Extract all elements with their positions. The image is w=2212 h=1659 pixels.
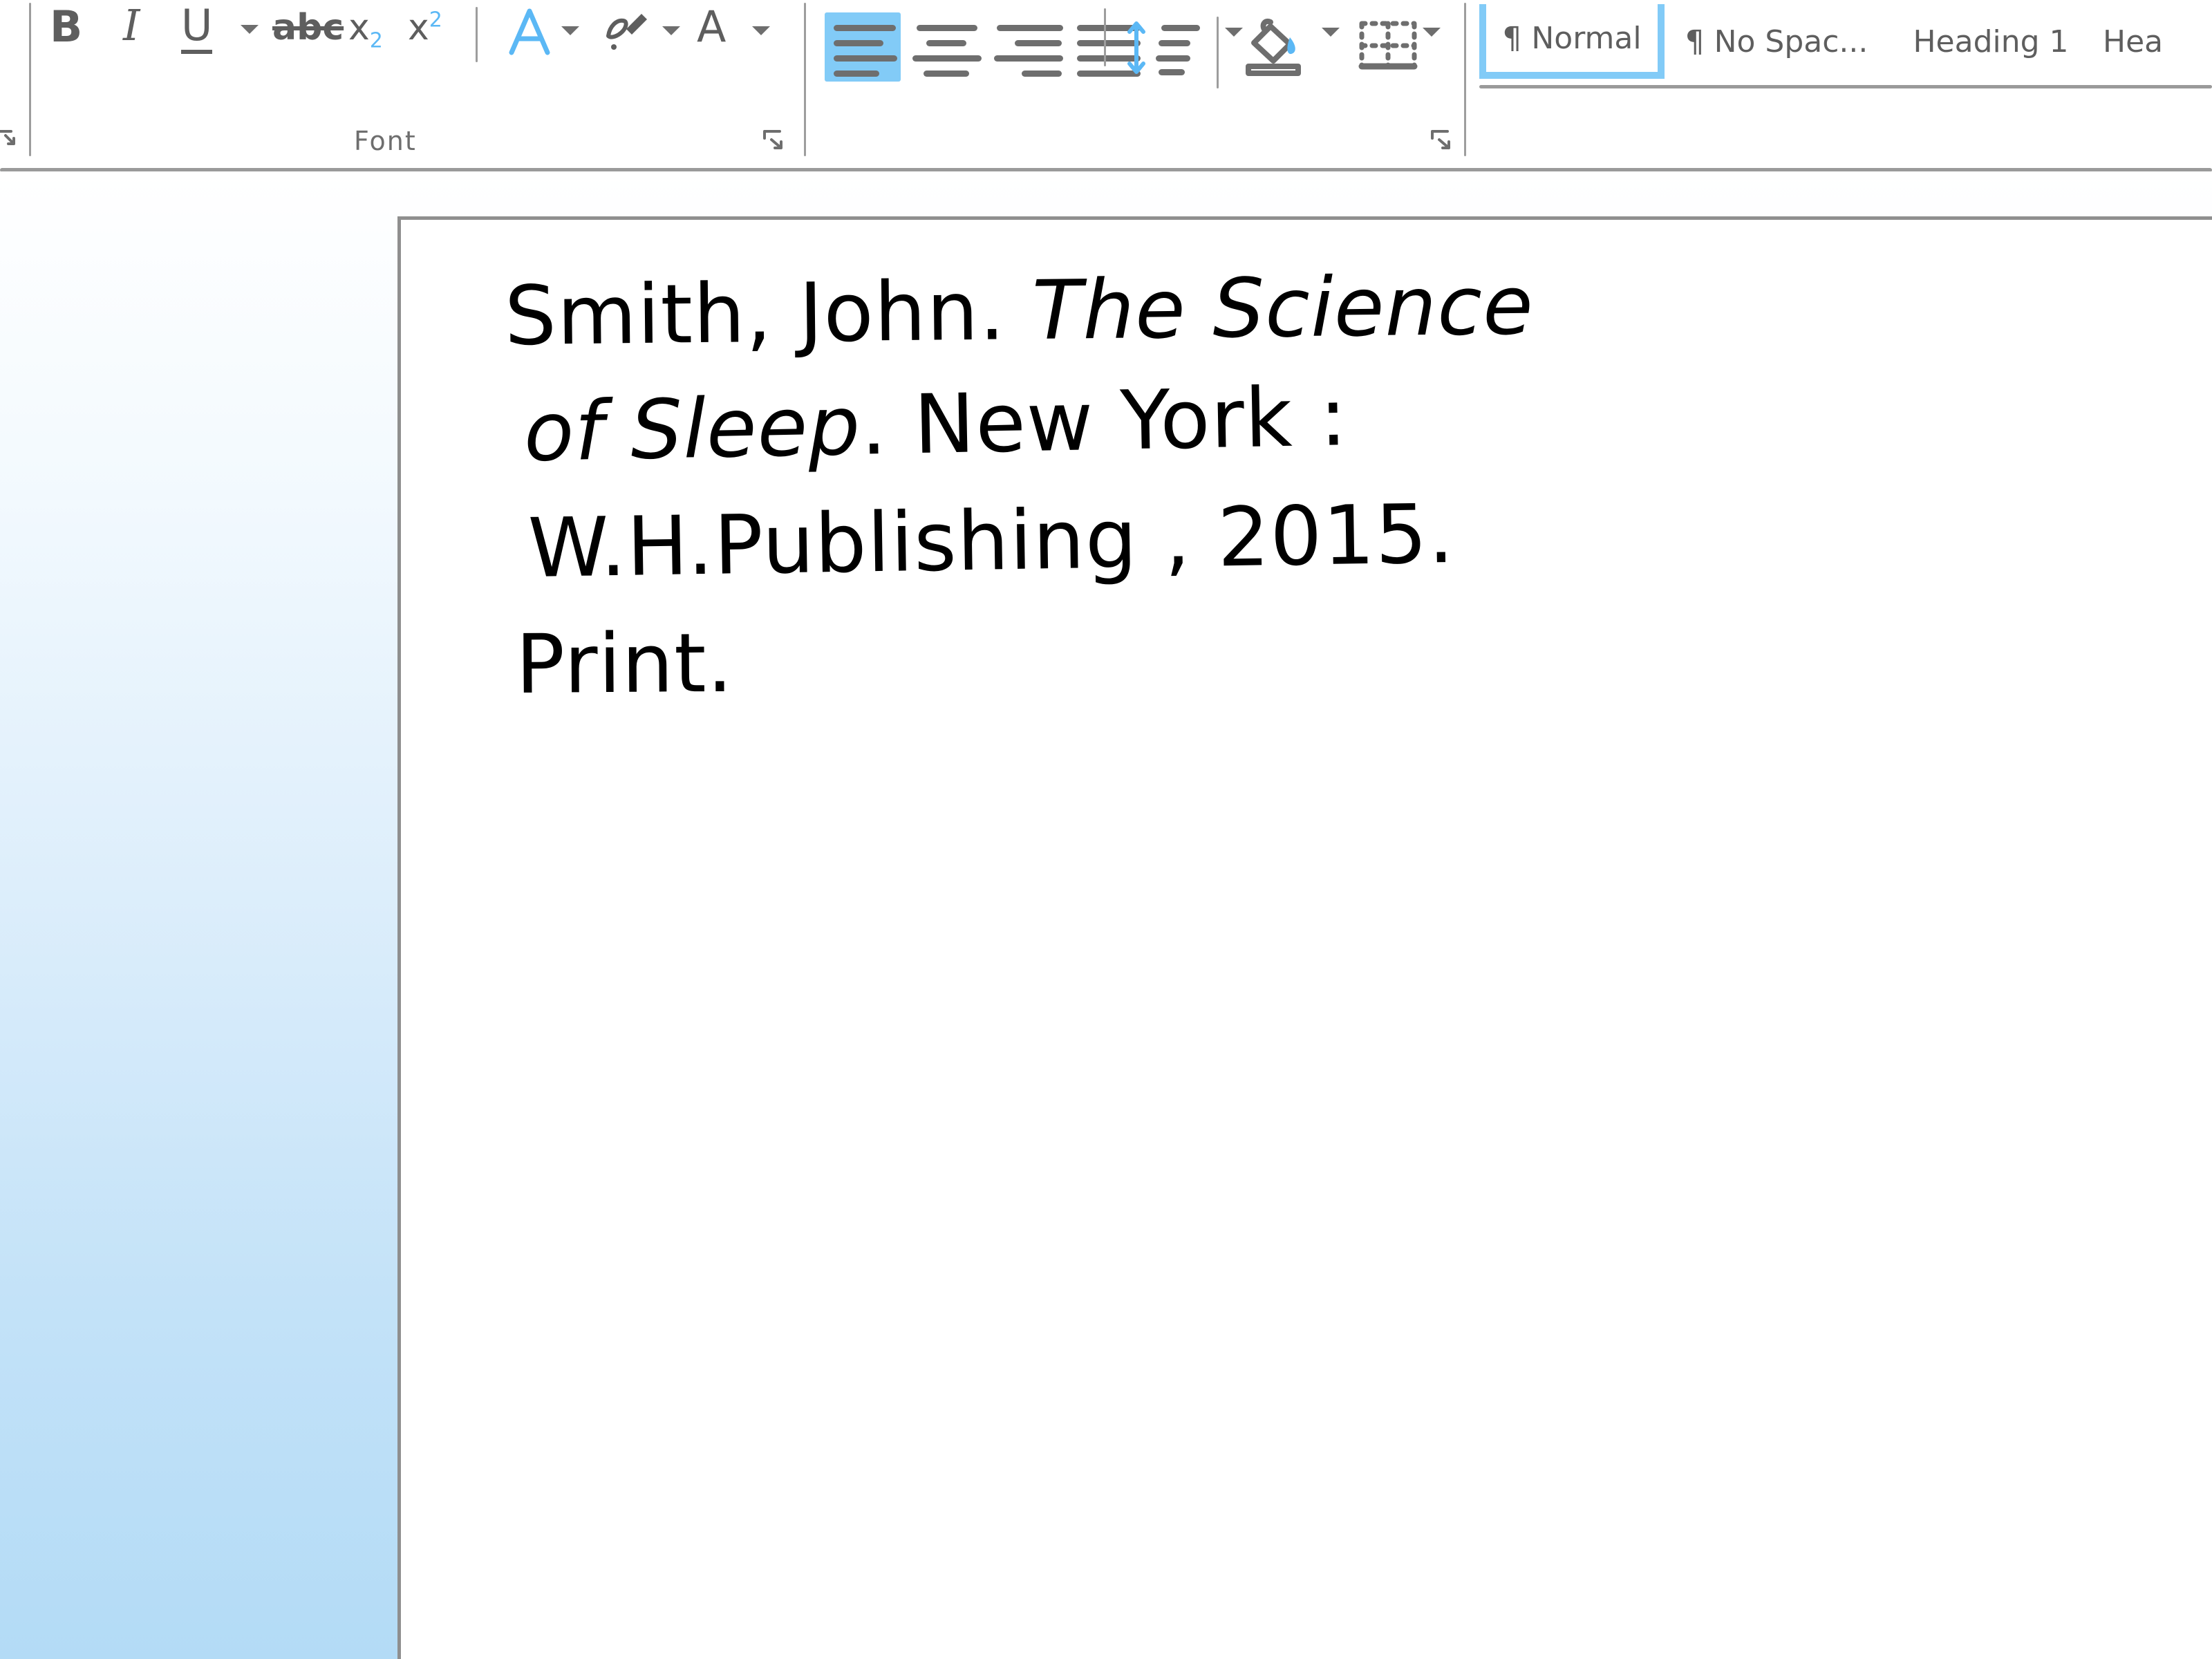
underline-button[interactable]: U: [181, 4, 213, 54]
document-workspace: Smith, John. The Science of Sleep. New Y…: [0, 172, 2212, 1659]
font-group-label: Font: [354, 126, 417, 156]
text-effects-button[interactable]: [502, 4, 557, 59]
style-chip-heading-1[interactable]: Heading 1: [1887, 4, 2094, 79]
text-effects-chevron-down-icon[interactable]: [561, 26, 579, 35]
align-left-button[interactable]: [830, 19, 904, 83]
superscript-base: x: [408, 7, 429, 48]
document-page[interactable]: Smith, John. The Science of Sleep. New Y…: [397, 216, 2212, 1659]
font-color-chevron-down-icon[interactable]: [752, 26, 770, 35]
document-line-3-seg-normal: W.H.Publishing , 2015.: [527, 485, 1456, 596]
style-chip-heading-1-label: Heading 1: [1913, 24, 2069, 59]
style-chip-normal-label: ¶ Normal: [1502, 20, 1642, 56]
paragraph-group-inner-separator: [1104, 8, 1106, 66]
borders-chevron-down-icon[interactable]: [1423, 28, 1441, 37]
paragraph-group-inner-separator-3: [1217, 17, 1219, 88]
style-chip-no-spacing-label: ¶ No Spac...: [1685, 24, 1868, 59]
document-line-4: Print.: [515, 595, 2108, 722]
underline-chevron-down-icon[interactable]: [241, 25, 259, 34]
subscript-script: 2: [369, 28, 383, 53]
subscript-base: x: [348, 7, 370, 48]
document-line-4-seg-normal: Print.: [515, 615, 734, 712]
clipped-group-dialog-launcher-icon[interactable]: [0, 129, 18, 152]
align-center-button[interactable]: [911, 19, 986, 83]
document-line-3: W.H.Publishing , 2015.: [527, 465, 2109, 606]
font-group-dialog-launcher-icon[interactable]: [762, 129, 785, 152]
bold-button[interactable]: B: [50, 6, 82, 48]
group-separator-left: [29, 3, 31, 156]
group-separator-paragraph-styles: [1464, 3, 1466, 156]
borders-button[interactable]: [1353, 15, 1423, 77]
style-chip-heading-2-label: Hea: [2103, 24, 2164, 59]
subscript-button[interactable]: x2: [348, 10, 383, 51]
ribbon-bottom-rule: [0, 168, 2212, 171]
document-line-1-seg-italic: The Science: [1031, 257, 1535, 359]
document-line-1-seg-normal: Smith, John.: [504, 263, 1033, 364]
style-chip-normal[interactable]: ¶ Normal: [1479, 4, 1665, 79]
align-right-button[interactable]: [993, 19, 1067, 83]
superscript-button[interactable]: x2: [408, 10, 442, 46]
text-highlight-chevron-down-icon[interactable]: [662, 26, 680, 35]
paragraph-group-dialog-launcher-icon[interactable]: [1430, 129, 1453, 152]
font-group-inner-separator: [476, 7, 478, 62]
strikethrough-button[interactable]: abc: [272, 10, 344, 46]
document-text-body[interactable]: Smith, John. The Science of Sleep. New Y…: [504, 257, 2109, 722]
style-chip-no-spacing[interactable]: ¶ No Spac...: [1673, 4, 1880, 79]
document-line-2-seg-normal: . New York :: [859, 368, 1349, 474]
shading-chevron-down-icon[interactable]: [1322, 28, 1340, 37]
shading-button[interactable]: [1237, 14, 1313, 79]
document-line-2-seg-italic: of Sleep: [523, 377, 862, 480]
ribbon: B I U abc x2 x2 A Font ¶ Normal ¶ No Spa…: [0, 0, 2212, 171]
word-application-window: B I U abc x2 x2 A Font ¶ Normal ¶ No Spa…: [0, 0, 2212, 1659]
styles-gallery-underline: [1479, 85, 2212, 88]
group-separator-font-paragraph: [804, 3, 806, 156]
text-highlight-color-button[interactable]: [596, 6, 647, 54]
italic-button[interactable]: I: [123, 4, 140, 47]
line-and-paragraph-spacing-button[interactable]: [1121, 15, 1204, 79]
style-chip-heading-2[interactable]: Hea: [2103, 4, 2212, 79]
superscript-script: 2: [429, 8, 442, 32]
font-color-button[interactable]: A: [697, 6, 726, 48]
